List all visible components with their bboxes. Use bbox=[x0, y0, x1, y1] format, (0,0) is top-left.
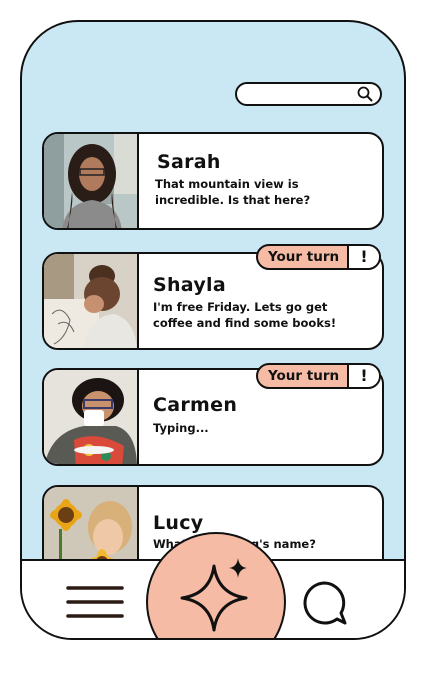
message-preview: I'm free Friday. Lets go get coffee and … bbox=[153, 300, 337, 330]
search-icon[interactable] bbox=[357, 86, 373, 102]
hamburger-menu-icon[interactable] bbox=[66, 585, 124, 619]
avatar-photo bbox=[44, 254, 139, 348]
avatar-photo bbox=[44, 134, 139, 228]
alert-icon: ! bbox=[347, 365, 379, 387]
badge-label: Your turn bbox=[268, 249, 340, 265]
badge-label: Your turn bbox=[268, 368, 340, 384]
chat-bubble-icon[interactable] bbox=[301, 579, 349, 627]
message-preview: Typing... bbox=[153, 421, 209, 435]
conversation-card-sarah[interactable]: Sarah That mountain view is incredible. … bbox=[42, 132, 384, 230]
your-turn-badge: Your turn ! bbox=[256, 363, 381, 389]
alert-icon: ! bbox=[347, 246, 379, 268]
contact-name: Carmen bbox=[153, 394, 238, 416]
contact-name: Shayla bbox=[153, 274, 226, 296]
sparkle-icon bbox=[180, 558, 248, 632]
your-turn-badge: Your turn ! bbox=[256, 244, 381, 270]
contact-name: Sarah bbox=[157, 151, 221, 173]
search-bar[interactable] bbox=[235, 82, 382, 106]
contact-name: Lucy bbox=[153, 512, 204, 534]
phone-frame: Sarah That mountain view is incredible. … bbox=[20, 20, 406, 640]
message-preview: That mountain view is incredible. Is tha… bbox=[155, 177, 311, 207]
avatar-photo bbox=[44, 370, 139, 464]
sparkle-action-button[interactable] bbox=[146, 532, 286, 638]
